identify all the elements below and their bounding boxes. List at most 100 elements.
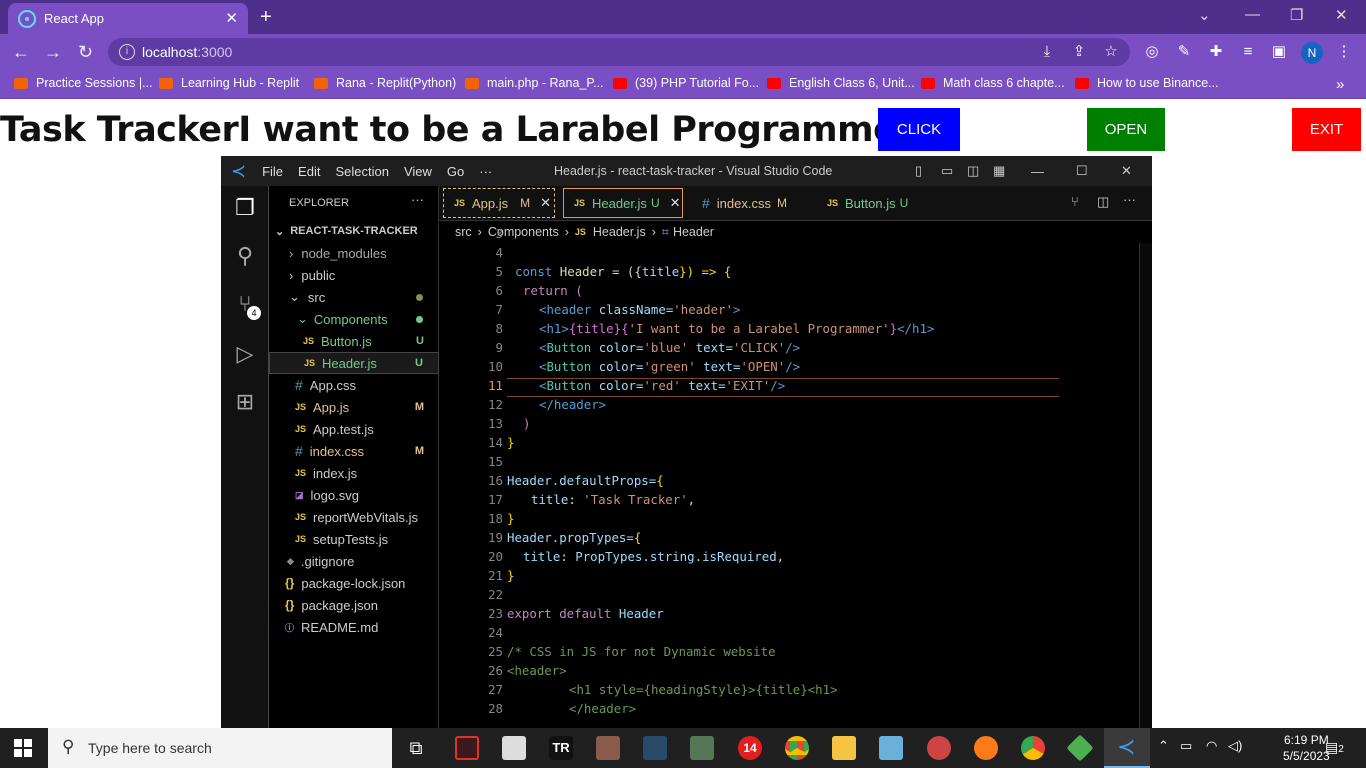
system-clock[interactable]: 6:19 PM 5/5/2023 (1283, 732, 1330, 764)
app-icon[interactable] (596, 736, 620, 760)
app-icon[interactable] (927, 736, 951, 760)
tree-file-setup-tests[interactable]: JS setupTests.js (269, 528, 439, 550)
notification-icon[interactable]: ▤2 (1325, 739, 1344, 756)
code-editor[interactable]: 3 4 5 6 7 8 9 10 11 12 13 14 15 16 17 18 19 20 21 22 23 24 25 2… (439, 226, 1139, 728)
customize-layout-icon[interactable]: ▦ (993, 163, 1005, 179)
close-window-icon[interactable]: ✕ (1335, 6, 1348, 24)
tree-folder-public[interactable]: › public (269, 264, 439, 286)
app-icon[interactable] (690, 736, 714, 760)
tree-folder-node-modules[interactable]: › node_modules (269, 242, 439, 264)
extensions-puzzle-icon[interactable]: ✚ (1207, 43, 1225, 61)
extensions-icon[interactable]: ⊞ (231, 388, 259, 416)
pen-extension-icon[interactable]: ✎ (1175, 43, 1193, 61)
app-icon[interactable] (455, 736, 479, 760)
chevron-up-icon[interactable]: ⌃ (1158, 738, 1169, 754)
tab-button-js[interactable]: JS Button.js U (817, 188, 937, 218)
taskbar-search[interactable]: ⚲ Type here to search (48, 728, 392, 768)
media-queue-icon[interactable]: ≡ (1239, 43, 1257, 61)
bookmarks-overflow-icon[interactable]: » (1336, 76, 1344, 93)
bookmark-item[interactable]: English Class 6, Unit... (767, 76, 915, 90)
chrome-icon[interactable] (785, 736, 809, 760)
vscode-minimize-icon[interactable]: — (1031, 164, 1044, 179)
new-tab-button[interactable]: + (260, 6, 272, 29)
project-folder[interactable]: ⌄ REACT-TASK-TRACKER (269, 220, 439, 242)
explorer-more-icon[interactable]: ··· (411, 192, 424, 207)
search-icon[interactable]: ⚲ (231, 242, 259, 270)
wifi-icon[interactable]: ◠ (1206, 738, 1217, 754)
run-debug-icon[interactable]: ▷ (231, 340, 259, 368)
bookmark-item[interactable]: How to use Binance... (1075, 76, 1219, 90)
editor-more-icon[interactable]: ··· (1123, 192, 1136, 207)
restore-icon[interactable]: ❐ (1290, 6, 1303, 24)
battery-icon[interactable]: ▭ (1180, 738, 1192, 754)
toggle-sidebar-icon[interactable]: ▯ (915, 163, 922, 179)
tree-file-logo-svg[interactable]: ◪ logo.svg (269, 484, 439, 506)
close-tab-icon[interactable]: ✕ (225, 9, 238, 27)
close-tab-icon[interactable]: ✕ (540, 195, 551, 211)
bookmark-item[interactable]: Practice Sessions |... (14, 76, 153, 90)
forward-icon[interactable]: → (44, 42, 62, 63)
close-tab-icon[interactable]: ✕ (670, 195, 681, 211)
toggle-panel-icon[interactable]: ▭ (941, 163, 953, 179)
bookmark-star-icon[interactable]: ☆ (1102, 43, 1120, 61)
app-icon[interactable]: TR (549, 736, 573, 760)
menu-file[interactable]: File (262, 164, 283, 179)
tree-file-app-css[interactable]: # App.css (269, 374, 439, 396)
bookmark-item[interactable]: Rana - Replit(Python) (314, 76, 456, 90)
tab-index-css[interactable]: # index.css M (692, 188, 812, 218)
breadcrumb-item[interactable]: Header (673, 225, 714, 239)
tree-file-header-js[interactable]: JS Header.js U (269, 352, 439, 374)
menu-more[interactable]: ··· (479, 164, 492, 179)
vscode-maximize-icon[interactable]: ☐ (1076, 163, 1088, 179)
app-icon[interactable]: 14 (738, 736, 762, 760)
site-info-icon[interactable]: i (119, 44, 135, 60)
tree-file-app-test-js[interactable]: JS App.test.js (269, 418, 439, 440)
menu-view[interactable]: View (404, 164, 432, 179)
tree-file-package-lock[interactable]: {} package-lock.json (269, 572, 439, 594)
explorer-icon[interactable]: ❐ (231, 194, 259, 222)
open-changes-icon[interactable]: ⑂ (1071, 194, 1079, 209)
tree-file-app-js[interactable]: JS App.js M (269, 396, 439, 418)
exit-button[interactable]: EXIT (1292, 108, 1361, 151)
app-icon[interactable] (643, 736, 667, 760)
breadcrumb-item[interactable]: Header.js (593, 225, 646, 239)
tree-file-readme[interactable]: ⓘ README.md (269, 616, 439, 638)
menu-edit[interactable]: Edit (298, 164, 320, 179)
browser-menu-icon[interactable]: ⋮ (1335, 43, 1353, 61)
vscode-close-icon[interactable]: ✕ (1121, 163, 1132, 179)
toggle-secondary-sidebar-icon[interactable]: ◫ (967, 163, 979, 179)
tab-header-js[interactable]: JS Header.js U ✕ (563, 188, 683, 218)
color-extension-icon[interactable]: ◎ (1143, 43, 1161, 61)
tree-file-report-web-vitals[interactable]: JS reportWebVitals.js (269, 506, 439, 528)
task-view-icon[interactable]: ⧉ (404, 736, 428, 760)
bookmark-item[interactable]: main.php - Rana_P... (465, 76, 604, 90)
tree-folder-components[interactable]: ⌄ Components (269, 308, 439, 330)
back-icon[interactable]: ← (12, 42, 30, 63)
tree-file-gitignore[interactable]: ◆ .gitignore (269, 550, 439, 572)
menu-go[interactable]: Go (447, 164, 464, 179)
vscode-taskbar-button[interactable]: ≺ (1104, 728, 1150, 768)
click-button[interactable]: CLICK (878, 108, 960, 151)
minimize-icon[interactable]: — (1245, 6, 1260, 23)
bookmark-item[interactable]: (39) PHP Tutorial Fo... (613, 76, 759, 90)
tree-folder-src[interactable]: ⌄ src (269, 286, 439, 308)
volume-icon[interactable]: ◁) (1228, 738, 1242, 754)
tree-file-package-json[interactable]: {} package.json (269, 594, 439, 616)
reload-icon[interactable]: ↻ (78, 42, 93, 63)
minimap[interactable] (1139, 243, 1152, 728)
bookmark-item[interactable]: Math class 6 chapte... (921, 76, 1065, 90)
app-icon[interactable] (1066, 734, 1094, 762)
side-panel-icon[interactable]: ▣ (1270, 43, 1288, 61)
file-explorer-icon[interactable] (832, 736, 856, 760)
tree-file-index-css[interactable]: # index.css M (269, 440, 439, 462)
app-icon[interactable] (502, 736, 526, 760)
share-icon[interactable]: ⇪ (1070, 43, 1088, 61)
firefox-icon[interactable] (974, 736, 998, 760)
split-editor-icon[interactable]: ◫ (1097, 194, 1109, 210)
address-bar[interactable]: i localhost:3000 ⤓ ⇪ ☆ (108, 38, 1130, 66)
tree-file-index-js[interactable]: JS index.js (269, 462, 439, 484)
browser-tab-react-app[interactable]: React App ✕ (8, 3, 248, 34)
profile-avatar[interactable]: N (1301, 42, 1323, 64)
install-icon[interactable]: ⤓ (1038, 43, 1056, 61)
tree-file-button-js[interactable]: JS Button.js U (269, 330, 439, 352)
